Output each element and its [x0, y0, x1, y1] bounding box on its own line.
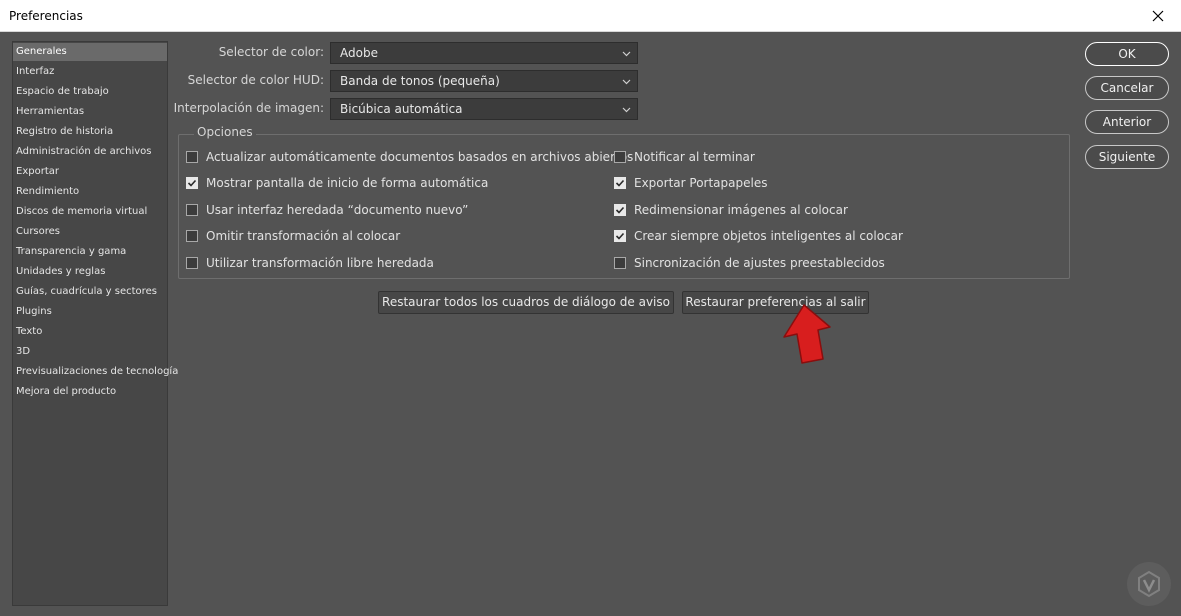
checkbox-resize-on-place[interactable]: Redimensionar imágenes al colocar — [614, 202, 848, 218]
checkbox-label: Crear siempre objetos inteligentes al co… — [634, 229, 903, 243]
sidebar: Generales Interfaz Espacio de trabajo He… — [12, 41, 178, 606]
checkbox-legacy-new-document[interactable]: Usar interfaz heredada “documento nuevo” — [186, 202, 468, 218]
sidebar-item-exportar[interactable]: Exportar — [13, 163, 167, 181]
checkbox-box — [614, 151, 626, 163]
checkmark-icon — [615, 179, 625, 187]
chevron-down-icon — [622, 79, 631, 85]
checkbox-label: Redimensionar imágenes al colocar — [634, 203, 848, 217]
color-picker-label: Selector de color: — [218, 45, 324, 59]
checkbox-box — [614, 257, 626, 269]
checkmark-icon — [615, 232, 625, 240]
chevron-down-icon — [622, 51, 631, 57]
reset-warning-dialogs-button[interactable]: Restaurar todos los cuadros de diálogo d… — [378, 291, 674, 314]
hud-color-picker-value: Banda de tonos (pequeña) — [340, 74, 500, 88]
checkbox-label: Exportar Portapapeles — [634, 176, 768, 190]
sidebar-item-mejora-del-producto[interactable]: Mejora del producto — [13, 383, 167, 401]
sidebar-item-unidades-y-reglas[interactable]: Unidades y reglas — [13, 263, 167, 281]
checkbox-box — [186, 230, 198, 242]
checkbox-show-start-screen[interactable]: Mostrar pantalla de inicio de forma auto… — [186, 175, 488, 191]
sidebar-item-generales[interactable]: Generales — [13, 43, 167, 61]
color-picker-value: Adobe — [340, 46, 378, 60]
cancel-button[interactable]: Cancelar — [1085, 76, 1169, 100]
image-interpolation-label: Interpolación de imagen: — [173, 101, 324, 115]
close-icon — [1152, 10, 1164, 21]
checkbox-skip-transform-on-place[interactable]: Omitir transformación al colocar — [186, 228, 400, 244]
sidebar-item-cursores[interactable]: Cursores — [13, 223, 167, 241]
sidebar-item-espacio-de-trabajo[interactable]: Espacio de trabajo — [13, 83, 167, 101]
sidebar-item-guias-cuadricula-y-sectores[interactable]: Guías, cuadrícula y sectores — [13, 283, 167, 301]
checkbox-label: Sincronización de ajustes preestablecido… — [634, 256, 885, 270]
checkbox-label: Utilizar transformación libre heredada — [206, 256, 434, 270]
ok-button[interactable]: OK — [1085, 42, 1169, 66]
checkbox-export-clipboard[interactable]: Exportar Portapapeles — [614, 175, 767, 191]
checkbox-always-smart-objects[interactable]: Crear siempre objetos inteligentes al co… — [614, 228, 903, 244]
checkbox-legacy-free-transform[interactable]: Utilizar transformación libre heredada — [186, 255, 434, 271]
previous-button[interactable]: Anterior — [1085, 110, 1169, 134]
hud-color-picker-label: Selector de color HUD: — [187, 73, 324, 87]
arrow-up-icon — [783, 304, 831, 364]
checkbox-box — [614, 204, 626, 216]
checkbox-box — [186, 177, 198, 189]
checkbox-auto-update-documents[interactable]: Actualizar automáticamente documentos ba… — [186, 149, 633, 165]
next-button[interactable]: Siguiente — [1085, 145, 1169, 169]
checkbox-box — [186, 151, 198, 163]
checkbox-label: Notificar al terminar — [634, 150, 755, 164]
sidebar-item-rendimiento[interactable]: Rendimiento — [13, 183, 167, 201]
sidebar-item-interfaz[interactable]: Interfaz — [13, 63, 167, 81]
checkmark-icon — [187, 179, 197, 187]
close-button[interactable] — [1135, 0, 1181, 31]
color-picker-select[interactable]: Adobe — [330, 42, 638, 64]
sidebar-item-registro-de-historia[interactable]: Registro de historia — [13, 123, 167, 141]
checkbox-box — [614, 177, 626, 189]
sidebar-item-3d[interactable]: 3D — [13, 343, 167, 361]
hud-color-picker-select[interactable]: Banda de tonos (pequeña) — [330, 70, 638, 92]
watermark-logo — [1127, 562, 1171, 606]
checkmark-icon — [615, 206, 625, 214]
sidebar-item-herramientas[interactable]: Herramientas — [13, 103, 167, 121]
checkbox-preset-sync[interactable]: Sincronización de ajustes preestablecido… — [614, 255, 885, 271]
sidebar-item-transparencia-y-gama[interactable]: Transparencia y gama — [13, 243, 167, 261]
chevron-down-icon — [622, 107, 631, 113]
sidebar-item-plugins[interactable]: Plugins — [13, 303, 167, 321]
window-title: Preferencias — [9, 9, 83, 23]
checkbox-label: Usar interfaz heredada “documento nuevo” — [206, 203, 469, 217]
checkbox-box — [186, 204, 198, 216]
image-interpolation-select[interactable]: Bicúbica automática — [330, 98, 638, 120]
sidebar-item-texto[interactable]: Texto — [13, 323, 167, 341]
checkbox-label: Mostrar pantalla de inicio de forma auto… — [206, 176, 489, 190]
checkbox-box — [186, 257, 198, 269]
checkbox-label: Omitir transformación al colocar — [206, 229, 401, 243]
sidebar-item-administracion-de-archivos[interactable]: Administración de archivos — [13, 143, 167, 161]
sidebar-item-discos-de-memoria-virtual[interactable]: Discos de memoria virtual — [13, 203, 167, 221]
checkbox-notify-when-done[interactable]: Notificar al terminar — [614, 149, 755, 165]
options-group-title: Opciones — [194, 125, 256, 139]
sidebar-item-previsualizaciones-de-tecnologia[interactable]: Previsualizaciones de tecnología — [13, 363, 178, 381]
title-bar: Preferencias — [0, 0, 1181, 32]
checkbox-label: Actualizar automáticamente documentos ba… — [206, 150, 634, 164]
checkbox-box — [614, 230, 626, 242]
image-interpolation-value: Bicúbica automática — [340, 102, 463, 116]
